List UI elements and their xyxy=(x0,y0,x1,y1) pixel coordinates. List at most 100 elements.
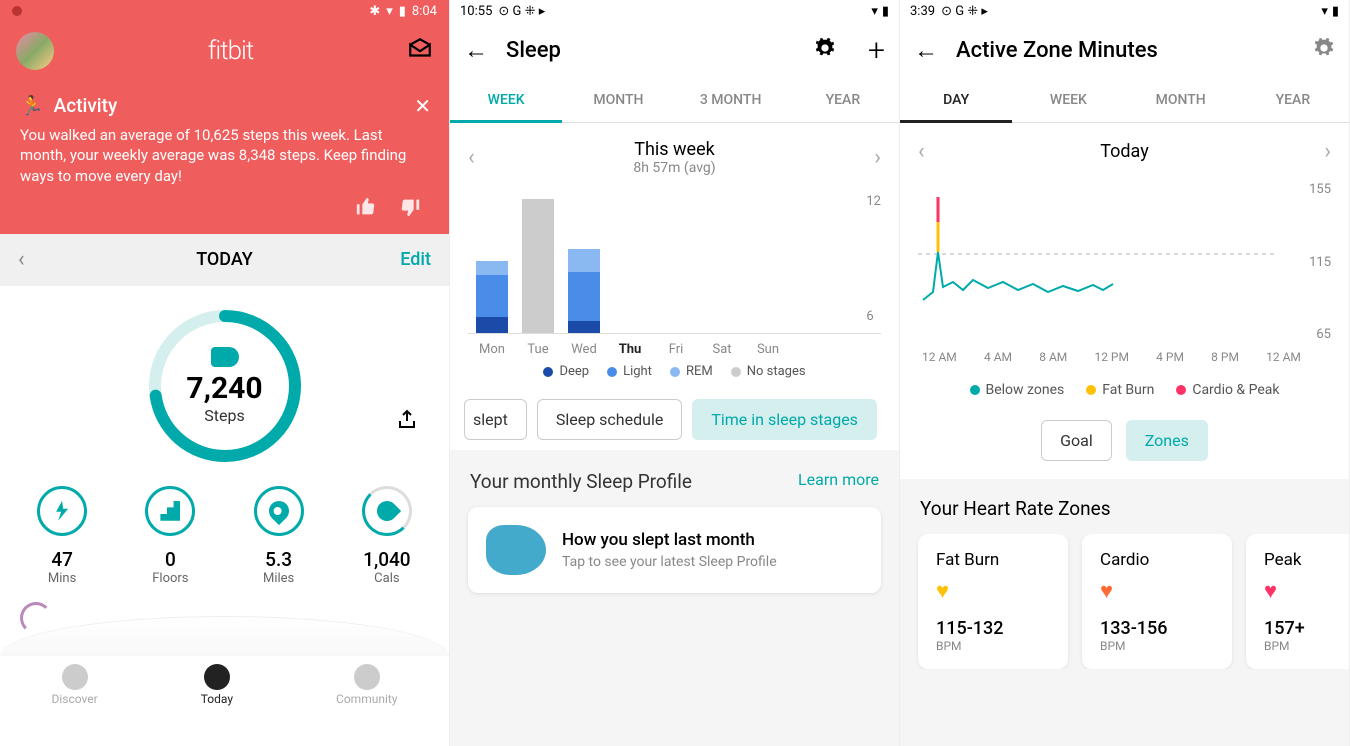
app-icons: ⊙ G ⁜ ▸ xyxy=(941,4,988,19)
chip-slept[interactable]: slept xyxy=(464,399,527,440)
zone-chips: Goal Zones xyxy=(900,414,1349,479)
period-title: Today xyxy=(1100,141,1148,162)
share-button[interactable] xyxy=(395,408,419,436)
chevron-left-icon[interactable]: ‹ xyxy=(918,139,925,164)
section-title: Your monthly Sleep Profile xyxy=(470,470,692,493)
runner-icon: 🏃 xyxy=(20,94,44,117)
shoe-icon xyxy=(211,347,239,367)
period-tabs: WEEK MONTH 3 MONTH YEAR xyxy=(450,78,899,123)
sleep-legend: Deep Light REM No stages xyxy=(450,354,899,389)
today-label: TODAY xyxy=(196,249,253,270)
wifi-icon: ▾ xyxy=(871,4,878,19)
zone-card-fatburn[interactable]: Fat Burn♥115-132BPM xyxy=(918,534,1068,669)
tab-month[interactable]: MONTH xyxy=(1125,78,1237,122)
chip-goal[interactable]: Goal xyxy=(1041,420,1112,461)
avatar[interactable] xyxy=(16,32,54,70)
pin-icon xyxy=(264,497,292,525)
battery-icon: ▮ xyxy=(399,4,406,19)
chevron-left-icon[interactable]: ‹ xyxy=(18,247,25,272)
today-bar: ‹ TODAY Edit xyxy=(0,234,449,286)
gear-icon[interactable] xyxy=(1313,37,1335,63)
bluetooth-icon: ✱ xyxy=(369,4,380,19)
plus-icon[interactable]: + xyxy=(868,33,885,68)
zones-section-title: Your Heart Rate Zones xyxy=(900,479,1349,534)
azm-header: ← Active Zone Minutes xyxy=(900,22,1349,78)
azm-panel: 3:39 ⊙ G ⁜ ▸ ▾ ▮ ← Active Zone Minutes DA… xyxy=(900,0,1350,746)
nav-today[interactable]: Today xyxy=(201,664,233,706)
metrics-row: 47Mins 0Floors 5.3Miles 1,040Cals xyxy=(0,476,449,606)
wifi-icon: ▾ xyxy=(1321,4,1328,19)
record-dot-icon xyxy=(12,6,22,16)
tab-week[interactable]: WEEK xyxy=(450,78,562,122)
status-bar: 10:55 ⊙ G ⁜ ▸ ▾▮ xyxy=(450,0,899,22)
tab-year[interactable]: YEAR xyxy=(787,78,899,122)
status-bar: ✱ ▾ ▮ 8:04 xyxy=(0,0,449,22)
azm-legend: Below zones Fat Burn Cardio & Peak xyxy=(900,372,1349,414)
learn-more-link[interactable]: Learn more xyxy=(798,470,879,493)
chip-zones[interactable]: Zones xyxy=(1126,420,1208,461)
sleep-chart[interactable]: 126 MonTueWedThuFriSatSun xyxy=(450,184,899,354)
sleep-profile-card[interactable]: How you slept last month Tap to see your… xyxy=(468,507,881,593)
activity-title: Activity xyxy=(54,94,118,117)
chevron-left-icon[interactable]: ‹ xyxy=(468,145,475,170)
metric-floors[interactable]: 0Floors xyxy=(145,486,195,586)
thumbs-down-icon[interactable] xyxy=(399,196,421,222)
zone-card-peak[interactable]: Peak♥157+BPM xyxy=(1246,534,1349,669)
zone-card-cardio[interactable]: Cardio♥133-156BPM xyxy=(1082,534,1232,669)
period-nav: ‹ This week 8h 57m (avg) › xyxy=(450,123,899,184)
tab-week[interactable]: WEEK xyxy=(1012,78,1124,122)
battery-icon: ▮ xyxy=(1332,4,1339,19)
app-header: fitbit xyxy=(0,22,449,80)
heart-icon: ♥ xyxy=(1100,578,1214,604)
activity-text: You walked an average of 10,625 steps th… xyxy=(20,125,429,186)
tab-3month[interactable]: 3 MONTH xyxy=(675,78,787,122)
tab-year[interactable]: YEAR xyxy=(1237,78,1349,122)
community-icon xyxy=(354,664,380,690)
steps-ring-area: 7,240 Steps xyxy=(0,286,449,476)
chip-schedule[interactable]: Sleep schedule xyxy=(537,399,682,440)
nav-community[interactable]: Community xyxy=(336,664,397,706)
steps-label: Steps xyxy=(204,406,244,425)
curve-divider xyxy=(0,616,449,656)
compass-icon xyxy=(62,664,88,690)
flame-icon xyxy=(373,497,401,525)
heart-rate-chart[interactable]: 15511565 12 AM4 AM8 AM12 PM4 PM8 PM12 AM xyxy=(900,172,1349,372)
period-title: This week xyxy=(633,139,715,160)
page-title: Active Zone Minutes xyxy=(956,38,1295,63)
close-icon[interactable]: ✕ xyxy=(414,94,431,118)
status-time: 3:39 xyxy=(910,4,935,19)
sleep-panel: 10:55 ⊙ G ⁜ ▸ ▾▮ ← Sleep + WEEK MONTH 3 … xyxy=(450,0,900,746)
sleep-header: ← Sleep + xyxy=(450,22,899,78)
heart-icon: ♥ xyxy=(1264,578,1349,604)
back-arrow-icon[interactable]: ← xyxy=(914,36,938,65)
fitbit-logo: fitbit xyxy=(208,36,253,66)
stairs-icon xyxy=(160,501,180,521)
status-bar: 3:39 ⊙ G ⁜ ▸ ▾ ▮ xyxy=(900,0,1349,22)
tab-month[interactable]: MONTH xyxy=(562,78,674,122)
page-title: Sleep xyxy=(506,38,796,63)
metric-miles[interactable]: 5.3Miles xyxy=(254,486,304,586)
profile-section-header: Your monthly Sleep Profile Learn more xyxy=(450,450,899,507)
dashboard-panel: ✱ ▾ ▮ 8:04 fitbit 🏃 Activity ✕ You walke… xyxy=(0,0,450,746)
thumbs-up-icon[interactable] xyxy=(355,196,377,222)
edit-button[interactable]: Edit xyxy=(400,249,431,270)
battery-icon: ▮ xyxy=(882,4,889,19)
chevron-right-icon[interactable]: › xyxy=(874,145,881,170)
nav-discover[interactable]: Discover xyxy=(52,664,98,706)
period-subtitle: 8h 57m (avg) xyxy=(633,160,715,176)
back-arrow-icon[interactable]: ← xyxy=(464,36,488,65)
gear-icon[interactable] xyxy=(814,37,836,63)
app-icons: ⊙ G ⁜ ▸ xyxy=(498,4,545,19)
whale-icon xyxy=(486,525,546,575)
chevron-right-icon[interactable]: › xyxy=(1324,139,1331,164)
period-nav: ‹ Today › xyxy=(900,123,1349,172)
metric-mins[interactable]: 47Mins xyxy=(37,486,87,586)
metric-cals[interactable]: 1,040Cals xyxy=(362,486,412,586)
chip-stages[interactable]: Time in sleep stages xyxy=(692,399,877,440)
tab-day[interactable]: DAY xyxy=(900,78,1012,122)
card-subtitle: Tap to see your latest Sleep Profile xyxy=(562,554,777,570)
period-tabs: DAY WEEK MONTH YEAR xyxy=(900,78,1349,123)
steps-ring[interactable]: 7,240 Steps xyxy=(145,306,305,466)
inbox-icon[interactable] xyxy=(407,36,433,66)
activity-card: 🏃 Activity ✕ You walked an average of 10… xyxy=(0,80,449,234)
